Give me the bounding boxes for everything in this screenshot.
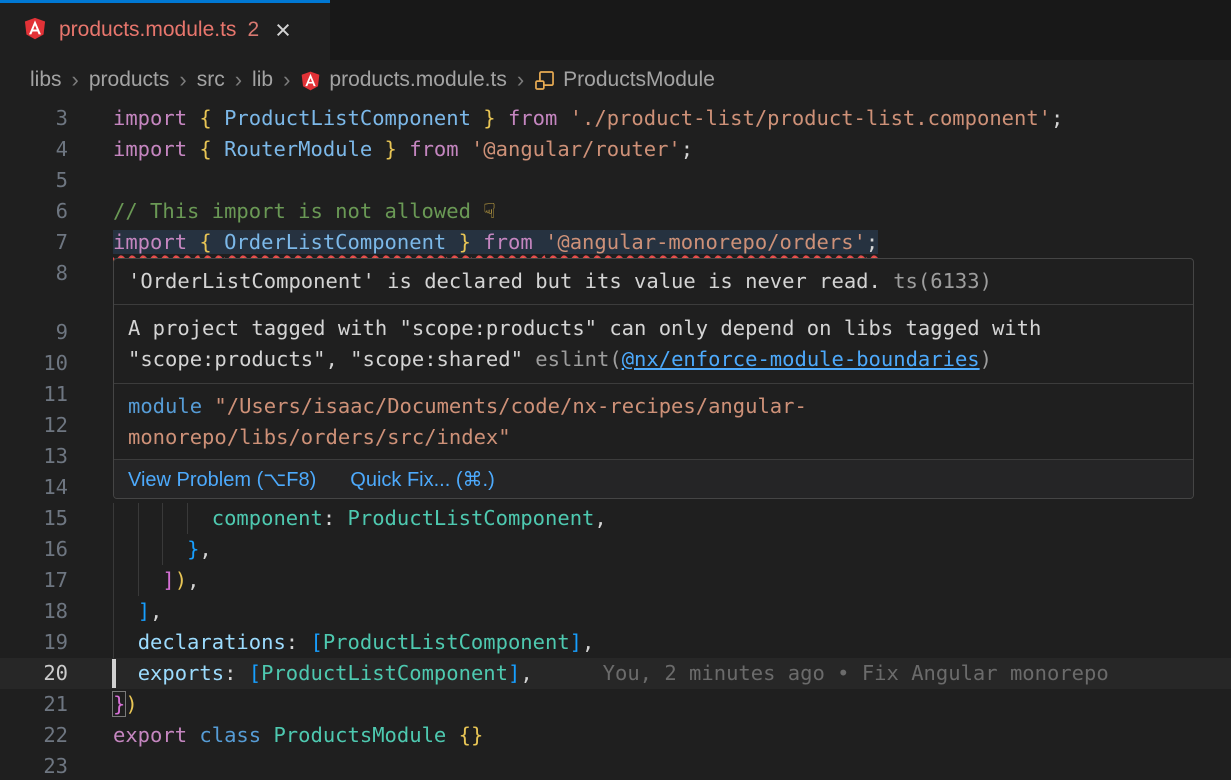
line-number[interactable]: 6: [0, 196, 68, 227]
chevron-right-icon: ›: [283, 67, 290, 93]
breadcrumb-item-libs[interactable]: libs: [30, 68, 62, 92]
line-number[interactable]: 16: [0, 534, 68, 565]
line-number[interactable]: 13: [0, 441, 68, 472]
code-line-15[interactable]: 15 component: ProductListComponent,: [0, 503, 1231, 534]
indent-guide: [138, 534, 139, 565]
code-line-23[interactable]: 23: [0, 751, 1231, 780]
code-content: }): [68, 689, 1231, 720]
class-symbol-icon: [534, 70, 555, 91]
code-line-17[interactable]: 17 ]),: [0, 565, 1231, 596]
tab-title: products.module.ts: [59, 18, 236, 42]
code-line-19[interactable]: 19 declarations: [ProductListComponent],: [0, 627, 1231, 658]
breadcrumb-item-lib[interactable]: lib: [252, 68, 273, 92]
tab-products-module[interactable]: products.module.ts 2 ×: [0, 0, 330, 60]
tab-bar: products.module.ts 2 ×: [0, 0, 1231, 60]
code-content: [68, 751, 1231, 780]
code-content: import { ProductListComponent } from './…: [68, 103, 1231, 134]
code-line-7[interactable]: 7 import { OrderListComponent } from '@an…: [0, 227, 1231, 258]
code-content: component: ProductListComponent,: [68, 503, 1231, 534]
line-number[interactable]: 12: [0, 410, 68, 441]
breadcrumb-item-src[interactable]: src: [197, 68, 225, 92]
indent-guide: [187, 503, 188, 534]
line-number[interactable]: 4: [0, 134, 68, 165]
line-number[interactable]: 23: [0, 751, 68, 780]
code-line-18[interactable]: 18 ],: [0, 596, 1231, 627]
line-number[interactable]: 15: [0, 503, 68, 534]
code-content: exports: [ProductListComponent],You, 2 m…: [68, 658, 1231, 689]
code-line-3[interactable]: 3import { ProductListComponent } from '.…: [0, 103, 1231, 134]
code-line-6[interactable]: 6// This import is not allowed ☟: [0, 196, 1231, 227]
chevron-right-icon: ›: [517, 67, 524, 93]
code-content: ]),: [68, 565, 1231, 596]
error-squiggle-range: import { OrderListComponent } from '@ang…: [113, 230, 878, 254]
ts-error-message: 'OrderListComponent' is declared but its…: [114, 259, 1193, 304]
breadcrumb-item-products[interactable]: products: [89, 68, 170, 92]
code-content: declarations: [ProductListComponent],: [68, 627, 1231, 658]
indent-guide: [113, 627, 114, 658]
line-number[interactable]: 8: [0, 258, 68, 289]
tab-problem-count: 2: [247, 18, 259, 42]
line-number[interactable]: 20: [0, 658, 68, 689]
line-number[interactable]: 21: [0, 689, 68, 720]
hover-actions-bar: View Problem (⌥F8) Quick Fix... (⌘.): [114, 459, 1193, 498]
error-hover-popup: 'OrderListComponent' is declared but its…: [113, 258, 1194, 499]
active-tab-indicator: [0, 0, 330, 3]
line-number[interactable]: 7: [0, 227, 68, 258]
indent-guide: [138, 565, 139, 596]
chevron-right-icon: ›: [179, 67, 186, 93]
code-content: import { RouterModule } from '@angular/r…: [68, 134, 1231, 165]
line-number[interactable]: 3: [0, 103, 68, 134]
code-content: ],: [68, 596, 1231, 627]
indent-guide: [113, 534, 114, 565]
close-icon[interactable]: ×: [275, 17, 291, 44]
breadcrumb: libs › products › src › lib › products.m…: [0, 60, 1231, 100]
angular-icon: [300, 69, 321, 92]
line-number[interactable]: 19: [0, 627, 68, 658]
code-line-20[interactable]: 20 exports: [ProductListComponent],You, …: [0, 658, 1231, 689]
code-content: import { OrderListComponent } from '@ang…: [68, 227, 1231, 258]
code-content: // This import is not allowed ☟: [68, 196, 1231, 227]
code-line-5[interactable]: 5: [0, 165, 1231, 196]
line-number[interactable]: 9: [0, 317, 68, 348]
indent-guide: [113, 596, 114, 627]
indent-guide: [162, 534, 163, 565]
chevron-right-icon: ›: [235, 67, 242, 93]
text-cursor: [112, 659, 116, 688]
view-problem-action[interactable]: View Problem (⌥F8): [128, 467, 316, 492]
eslint-rule-link[interactable]: @nx/enforce-module-boundaries: [622, 347, 980, 371]
angular-icon: [23, 15, 47, 46]
module-path-info: module "/Users/isaac/Documents/code/nx-r…: [114, 383, 1193, 459]
code-line-16[interactable]: 16 },: [0, 534, 1231, 565]
line-number[interactable]: 17: [0, 565, 68, 596]
indent-guide: [113, 503, 114, 534]
breadcrumb-item-symbol[interactable]: ProductsModule: [534, 68, 715, 92]
quick-fix-action[interactable]: Quick Fix... (⌘.): [350, 467, 494, 492]
code-line-4[interactable]: 4import { RouterModule } from '@angular/…: [0, 134, 1231, 165]
line-number[interactable]: 11: [0, 379, 68, 410]
line-number[interactable]: 18: [0, 596, 68, 627]
code-content: },: [68, 534, 1231, 565]
indent-guide: [162, 503, 163, 534]
ts-error-source: ts(6133): [881, 269, 992, 293]
line-number[interactable]: 14: [0, 472, 68, 503]
code-line-22[interactable]: 22export class ProductsModule {}: [0, 720, 1231, 751]
indent-guide: [138, 503, 139, 534]
code-content: [68, 165, 1231, 196]
line-number[interactable]: 10: [0, 348, 68, 379]
eslint-error-message: A project tagged with "scope:products" c…: [114, 304, 1193, 383]
line-number[interactable]: 5: [0, 165, 68, 196]
line-number[interactable]: 22: [0, 720, 68, 751]
code-content: export class ProductsModule {}: [68, 720, 1231, 751]
git-blame-annotation: You, 2 minutes ago • Fix Angular monorep…: [603, 661, 1109, 685]
breadcrumb-item-file[interactable]: products.module.ts: [300, 68, 506, 92]
indent-guide: [113, 565, 114, 596]
code-line-21[interactable]: 21}): [0, 689, 1231, 720]
vscode-editor-window: products.module.ts 2 × libs › products ›…: [0, 0, 1231, 780]
chevron-right-icon: ›: [72, 67, 79, 93]
